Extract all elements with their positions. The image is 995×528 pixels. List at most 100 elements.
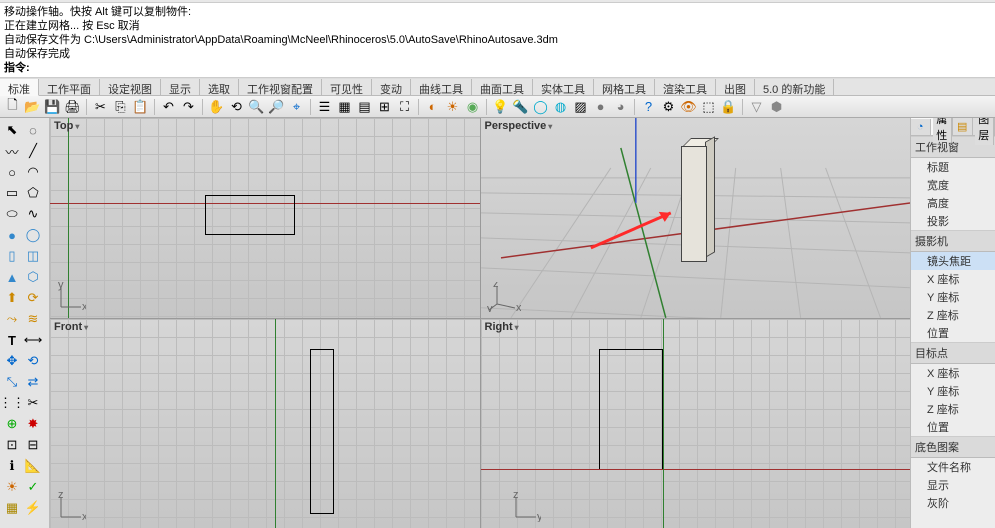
tab-transform[interactable]: 变动: [372, 79, 411, 95]
rotate-tool-icon[interactable]: ⟲: [23, 351, 43, 371]
render-tool-icon[interactable]: ☀: [2, 477, 22, 497]
tab-curve[interactable]: 曲线工具: [411, 79, 472, 95]
new-icon[interactable]: 🗋: [4, 98, 21, 115]
prop-cam-x[interactable]: X 座标: [911, 270, 995, 288]
dropdown-icon[interactable]: ▾: [515, 323, 519, 332]
hide-icon[interactable]: 👁: [680, 98, 697, 115]
cmd-prompt[interactable]: 指令:: [4, 61, 991, 75]
cone-icon[interactable]: ▲: [2, 267, 22, 287]
tab-new[interactable]: 5.0 的新功能: [755, 79, 834, 95]
filter-icon[interactable]: ▽: [748, 98, 765, 115]
prop-focal[interactable]: 镜头焦距: [911, 252, 995, 270]
trim-icon[interactable]: ✂: [23, 393, 43, 413]
tab-display[interactable]: 显示: [161, 79, 200, 95]
cylinder-icon[interactable]: ▯: [2, 246, 22, 266]
prop-cam-y[interactable]: Y 座标: [911, 288, 995, 306]
help-icon[interactable]: ?: [640, 98, 657, 115]
maximize-icon[interactable]: ⛶: [396, 98, 413, 115]
env-icon[interactable]: ◍: [552, 98, 569, 115]
loft-icon[interactable]: ≋: [23, 309, 43, 329]
viewport-title-perspective[interactable]: Perspective▾: [485, 120, 553, 132]
sphere-tool-icon[interactable]: ●: [2, 225, 22, 245]
viewport-top[interactable]: Top▾ xy: [50, 118, 480, 318]
properties-icon[interactable]: ℹ: [2, 456, 22, 476]
spotlight-icon[interactable]: 🔦: [512, 98, 529, 115]
prop-filename[interactable]: 文件名称: [911, 458, 995, 476]
object-3d-box[interactable]: [681, 138, 715, 258]
viewport-title-top[interactable]: Top▾: [54, 120, 79, 132]
object-right-view[interactable]: [599, 349, 663, 469]
object-front-view[interactable]: [310, 349, 334, 514]
prop-show[interactable]: 显示: [911, 476, 995, 494]
texture-icon[interactable]: ▨: [572, 98, 589, 115]
tab-draft[interactable]: 出图: [716, 79, 755, 95]
pipe-icon[interactable]: ⬡: [23, 267, 43, 287]
prop-cam-pos[interactable]: 位置: [911, 324, 995, 342]
pointer-icon[interactable]: ⬉: [2, 120, 22, 140]
viewport-right[interactable]: Right▾ yz: [481, 319, 911, 528]
prop-title[interactable]: 标题: [911, 158, 995, 176]
tab-solid[interactable]: 实体工具: [533, 79, 594, 95]
print-icon[interactable]: 🖨: [64, 98, 81, 115]
line-icon[interactable]: ╱: [23, 141, 43, 161]
dropdown-icon[interactable]: ▾: [84, 323, 88, 332]
tab-standard[interactable]: 标准: [0, 79, 39, 96]
viewport-front[interactable]: Front▾ xz: [50, 319, 480, 528]
mirror-icon[interactable]: ⇄: [23, 372, 43, 392]
render-icon[interactable]: ☀: [444, 98, 461, 115]
prop-gray[interactable]: 灰阶: [911, 494, 995, 512]
tab-mesh[interactable]: 网格工具: [594, 79, 655, 95]
prop-width[interactable]: 宽度: [911, 176, 995, 194]
tab-viewport[interactable]: 工作视窗配置: [239, 79, 322, 95]
check-icon[interactable]: ✓: [23, 477, 43, 497]
rotate-icon[interactable]: ⟲: [228, 98, 245, 115]
viewport-title-right[interactable]: Right▾: [485, 321, 519, 333]
named-view-icon[interactable]: ▤: [356, 98, 373, 115]
array-icon[interactable]: ⋮⋮: [2, 393, 22, 413]
torus-icon[interactable]: ◯: [23, 225, 43, 245]
arc-icon[interactable]: ◠: [23, 162, 43, 182]
circle-icon[interactable]: ○: [2, 162, 22, 182]
extrude-icon[interactable]: ⬆: [2, 288, 22, 308]
prop-tgt-x[interactable]: X 座标: [911, 364, 995, 382]
cplane-icon[interactable]: ▦: [336, 98, 353, 115]
lock-icon[interactable]: 🔒: [720, 98, 737, 115]
lasso-icon[interactable]: ◌: [23, 120, 43, 140]
explode-icon[interactable]: ✸: [23, 414, 43, 434]
zoom-ext-icon[interactable]: 🔎: [268, 98, 285, 115]
tab-setview[interactable]: 设定视图: [100, 79, 161, 95]
tab-visibility[interactable]: 可见性: [322, 79, 372, 95]
light-icon[interactable]: 💡: [492, 98, 509, 115]
layers-icon[interactable]: ☰: [316, 98, 333, 115]
polygon-icon[interactable]: ⬠: [23, 183, 43, 203]
redo-icon[interactable]: ↷: [180, 98, 197, 115]
move-icon[interactable]: ✥: [2, 351, 22, 371]
cplane-tool-icon[interactable]: ▦: [2, 498, 22, 518]
render-preview-icon[interactable]: ◉: [464, 98, 481, 115]
text-icon[interactable]: T: [2, 330, 22, 350]
tab-select[interactable]: 选取: [200, 79, 239, 95]
rect-icon[interactable]: ▭: [2, 183, 22, 203]
dropdown-icon[interactable]: ▾: [548, 122, 552, 131]
copy-icon[interactable]: ⎘: [112, 98, 129, 115]
polyline-icon[interactable]: 〰: [2, 141, 22, 161]
shade-icon[interactable]: ◐: [424, 98, 441, 115]
sphere-icon[interactable]: ●: [592, 98, 609, 115]
viewport-title-front[interactable]: Front▾: [54, 321, 88, 333]
prop-height[interactable]: 高度: [911, 194, 995, 212]
prop-tgt-z[interactable]: Z 座标: [911, 400, 995, 418]
prop-tgt-y[interactable]: Y 座标: [911, 382, 995, 400]
macro-icon[interactable]: ⚡: [23, 498, 43, 518]
viewport-layout-icon[interactable]: ⊞: [376, 98, 393, 115]
tab-cplane[interactable]: 工作平面: [39, 79, 100, 95]
zoom-sel-icon[interactable]: ⌖: [288, 98, 305, 115]
selection-icon[interactable]: ⬢: [768, 98, 785, 115]
tab-surface[interactable]: 曲面工具: [472, 79, 533, 95]
box-icon[interactable]: ◫: [23, 246, 43, 266]
material-icon[interactable]: ◯: [532, 98, 549, 115]
cut-icon[interactable]: ✂: [92, 98, 109, 115]
open-icon[interactable]: 📂: [24, 98, 41, 115]
object-top-view[interactable]: [205, 195, 295, 235]
curve-icon[interactable]: ∿: [23, 204, 43, 224]
pan-icon[interactable]: ✋: [208, 98, 225, 115]
